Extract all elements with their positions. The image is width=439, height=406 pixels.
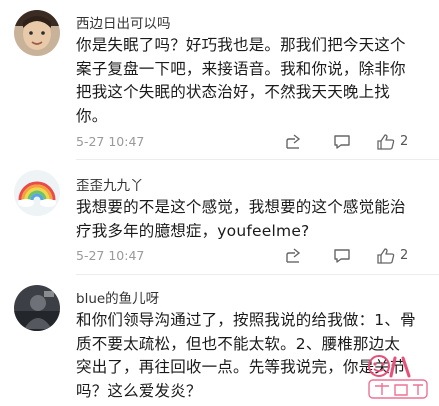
comment-text: 你是失眠了吗？好巧我也是。那我们把今天这个 案子复盘一下吧，来接语音。我和你说，… bbox=[76, 34, 428, 128]
user-avatar[interactable] bbox=[14, 170, 60, 216]
user-avatar[interactable] bbox=[14, 10, 60, 56]
comment-username[interactable]: 西边日出可以吗 bbox=[76, 12, 171, 32]
comment-text-line: 把我这个失眠的状态治好，不然我天天晚上找 bbox=[76, 83, 391, 101]
comment-meta: 5-27 10:47 2 bbox=[76, 246, 428, 266]
watermark-logo bbox=[368, 355, 428, 399]
comment-text-line: 你是失眠了吗？好巧我也是。那我们把今天这个 bbox=[76, 36, 406, 54]
comment-text-line: 你。 bbox=[76, 106, 108, 125]
like-count: 2 bbox=[400, 134, 409, 149]
comment-username[interactable]: blue的鱼儿呀 bbox=[76, 287, 159, 307]
comment-time: 5-27 10:47 bbox=[76, 134, 145, 149]
like-count: 2 bbox=[400, 248, 409, 263]
comment-item: 歪歪九九丫 我想要的不是这个感觉，我想要的这个感觉能治 疗我多年的臆想症，you… bbox=[0, 160, 439, 272]
comment-username[interactable]: 歪歪九九丫 bbox=[76, 174, 144, 194]
share-icon[interactable] bbox=[284, 246, 304, 266]
comment-icon[interactable] bbox=[332, 246, 352, 266]
comment-text-line: 和你们领导沟通过了，按照我说的给我做：1、骨 bbox=[76, 311, 416, 329]
share-icon[interactable] bbox=[284, 132, 304, 152]
comment-item: 西边日出可以吗 你是失眠了吗？好巧我也是。那我们把今天这个 案子复盘一下吧，来接… bbox=[0, 0, 439, 160]
user-avatar[interactable] bbox=[14, 285, 60, 331]
comment-time: 5-27 10:47 bbox=[76, 248, 145, 263]
comment-meta: 5-27 10:47 2 bbox=[76, 132, 428, 152]
comment-text-line: 我想要的不是这个感觉，我想要的这个感觉能治 bbox=[76, 198, 406, 216]
comment-icon[interactable] bbox=[332, 132, 352, 152]
comment-text: 我想要的不是这个感觉，我想要的这个感觉能治 疗我多年的臆想症，youfeelme… bbox=[76, 196, 428, 243]
thumbs-up-icon[interactable] bbox=[376, 132, 396, 152]
comment-text-line: 疗我多年的臆想症，youfeelme? bbox=[76, 221, 310, 240]
thumbs-up-icon[interactable] bbox=[376, 246, 396, 266]
comment-text-line: 案子复盘一下吧，来接语音。我和你说，除非你 bbox=[76, 59, 406, 78]
